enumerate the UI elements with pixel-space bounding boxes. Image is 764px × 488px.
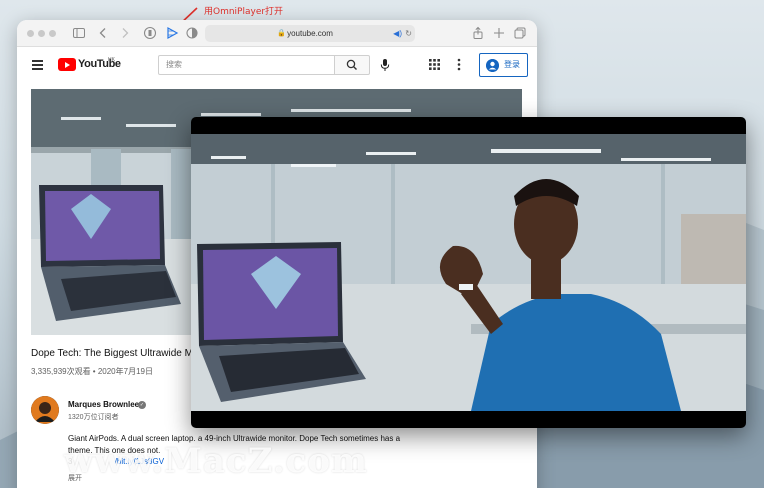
zoom-window-button[interactable] [49, 30, 56, 37]
youtube-logo-icon[interactable] [58, 58, 76, 71]
verified-badge-icon: ✓ [138, 401, 146, 409]
reload-icon[interactable]: ↻ [405, 25, 412, 42]
channel-name[interactable]: Marques Brownlee [68, 400, 139, 409]
youtube-header: YouTube HK 搜索 登录 [17, 47, 537, 85]
new-tab-icon[interactable] [492, 26, 506, 40]
address-bar[interactable]: 🔒 youtube.com ◀) ↻ [205, 25, 415, 42]
signin-label: 登录 [504, 60, 520, 69]
watermark-text: www.MacZ.com [64, 441, 369, 481]
search-button[interactable] [335, 55, 370, 75]
microphone-icon[interactable] [379, 58, 391, 72]
audio-playing-icon[interactable]: ◀) [393, 25, 402, 42]
close-window-button[interactable] [27, 30, 34, 37]
forward-icon[interactable] [118, 26, 132, 40]
privacy-icon[interactable] [143, 26, 157, 40]
subscriber-count: 1320万位订阅者 [68, 414, 119, 421]
omniplayer-window[interactable] [191, 117, 746, 428]
tabs-icon[interactable] [513, 26, 527, 40]
channel-avatar[interactable] [31, 396, 59, 424]
url-text: youtube.com [287, 29, 333, 38]
sidebar-icon[interactable] [72, 26, 86, 40]
region-code: HK [108, 57, 115, 63]
more-options-icon[interactable] [457, 58, 461, 71]
lock-icon: 🔒 [277, 30, 286, 37]
annotation-label: 用OmniPlayer打开 [204, 7, 284, 17]
macz-logo-icon [17, 441, 59, 483]
search-icon [346, 59, 357, 70]
search-input[interactable]: 搜索 [158, 55, 335, 75]
menu-icon[interactable] [32, 60, 43, 70]
share-icon[interactable] [471, 26, 485, 40]
minimize-window-button[interactable] [38, 30, 45, 37]
apps-grid-icon[interactable] [429, 59, 440, 70]
omniplayer-icon[interactable] [165, 26, 179, 40]
browser-toolbar: 🔒 youtube.com ◀) ↻ [17, 20, 537, 47]
account-icon [486, 59, 499, 72]
player-video-frame[interactable] [191, 134, 746, 411]
back-icon[interactable] [96, 26, 110, 40]
video-meta: 3,335,939次观看 • 2020年7月19日 [31, 367, 153, 376]
signin-button[interactable]: 登录 [479, 53, 528, 77]
video-title[interactable]: Dope Tech: The Biggest Ultrawide M [31, 348, 193, 359]
contrast-icon[interactable] [185, 26, 199, 40]
